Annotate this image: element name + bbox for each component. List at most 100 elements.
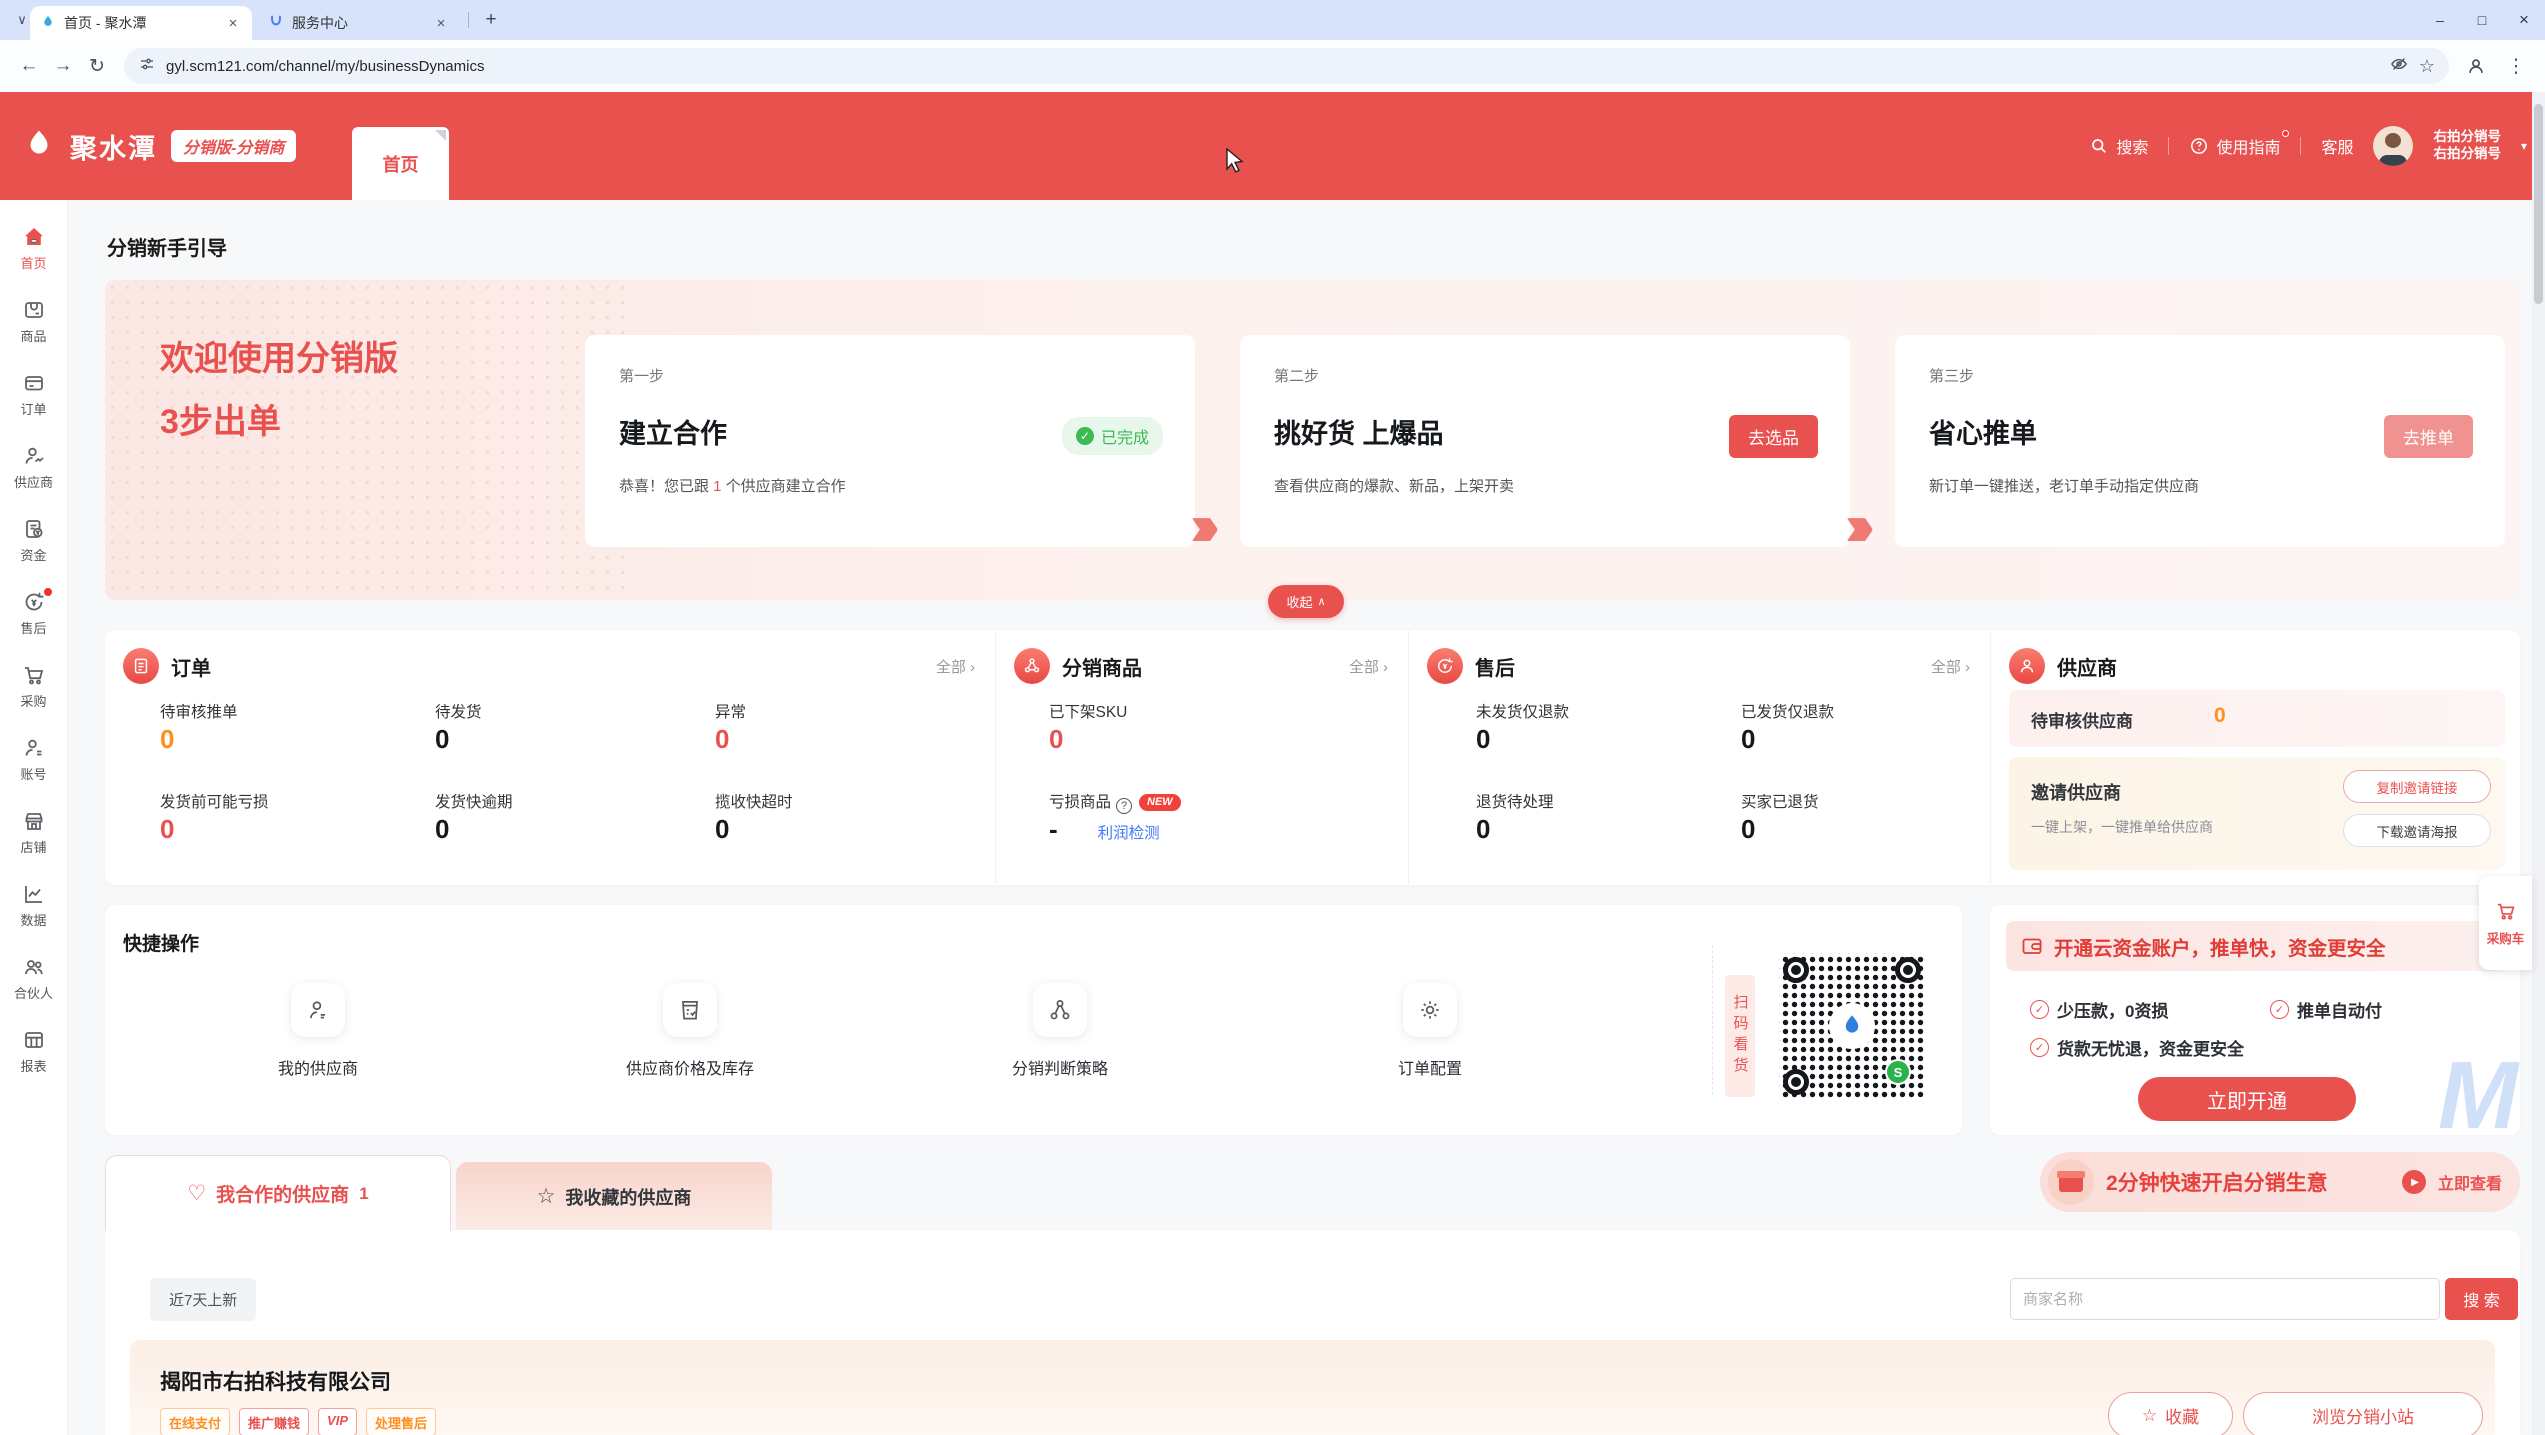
sidebar-item-products[interactable]: 商品 <box>0 285 67 358</box>
step1-desc-pre: 恭喜！您已跟 <box>619 478 713 495</box>
promo-banner[interactable]: 2分钟快速开启分销生意 ▶ 立即查看 <box>2040 1152 2520 1212</box>
stat-label: 发货前可能亏损 <box>160 790 269 812</box>
sidebar-item-label: 供应商 <box>14 472 53 491</box>
window-minimize-button[interactable]: – <box>2419 0 2461 40</box>
purchase-cart-float-button[interactable]: 采购车 <box>2479 876 2532 970</box>
sidebar-item-suppliers[interactable]: 供应商 <box>0 431 67 504</box>
recent-new-filter-chip[interactable]: 近7天上新 <box>150 1278 256 1321</box>
site-settings-tune-icon[interactable] <box>138 55 156 77</box>
merchant-search-button[interactable]: 搜 索 <box>2445 1278 2518 1320</box>
sidebar-item-aftersale[interactable]: 售后 <box>0 577 67 650</box>
app-header: 聚水潭 分销版-分销商 首页 搜索 使用指南 客服 右拍分销号 右拍分销号 ▾ <box>0 92 2545 200</box>
sidebar-item-reports[interactable]: 报表 <box>0 1015 67 1088</box>
merchant-search-input[interactable] <box>2010 1278 2440 1320</box>
stat-value[interactable]: 0 <box>1741 814 1755 845</box>
orders-panel-icon <box>123 648 159 684</box>
browser-menu-icon[interactable]: ⋮ <box>2499 49 2533 83</box>
stat-value[interactable]: 0 <box>1476 814 1490 845</box>
window-maximize-button[interactable]: □ <box>2461 0 2503 40</box>
sidebar-item-shops[interactable]: 店铺 <box>0 796 67 869</box>
pending-supplier-box[interactable]: 待审核供应商 0 <box>2009 690 2505 747</box>
url-bar[interactable]: gyl.scm121.com/channel/my/businessDynami… <box>124 48 2449 84</box>
quick-supplier-price-stock[interactable]: 供应商价格及库存 <box>605 983 775 1079</box>
customer-service-button[interactable]: 客服 <box>2321 134 2353 158</box>
back-button[interactable]: ← <box>12 49 46 83</box>
collapse-banner-button[interactable]: 收起 ∧ <box>1268 585 1344 618</box>
price-stock-icon <box>663 983 717 1037</box>
fund-card-title: 开通云资金账户，推单快，资金更安全 <box>2054 932 2386 961</box>
tab-close-icon[interactable]: × <box>432 15 450 32</box>
browser-tab-active[interactable]: 首页 - 聚水潭 × <box>30 6 252 40</box>
purchase-cart-icon <box>22 663 46 687</box>
stat-value[interactable]: 0 <box>160 724 174 755</box>
tab-close-icon[interactable]: × <box>224 15 242 32</box>
new-tab-button[interactable]: + <box>478 7 504 33</box>
tab-favicon-service-icon <box>268 14 284 33</box>
tab-my-partner-suppliers[interactable]: ♡ 我合作的供应商 1 <box>105 1155 451 1231</box>
sidebar-item-home[interactable]: 首页 <box>0 212 67 285</box>
stat-value[interactable]: 0 <box>435 814 449 845</box>
account-name[interactable]: 右拍分销号 右拍分销号 <box>2433 129 2501 163</box>
profit-check-link[interactable]: 利润检测 <box>1098 825 1160 842</box>
promo-view-now-link[interactable]: 立即查看 <box>2438 1170 2502 1194</box>
tab-favorite-suppliers[interactable]: ☆ 我收藏的供应商 <box>456 1162 772 1231</box>
star-icon: ☆ <box>537 1184 556 1209</box>
url-text[interactable]: gyl.scm121.com/channel/my/businessDynami… <box>166 58 2379 75</box>
pick-goods-button[interactable]: 去选品 <box>1729 415 1818 458</box>
cloud-fund-card: 开通云资金账户，推单快，资金更安全 ✓ 少压款，0资损 ✓ 推单自动付 ✓ 货款… <box>1990 905 2520 1135</box>
products-view-all-link[interactable]: 全部 › <box>1349 656 1388 677</box>
stat-value[interactable]: 0 <box>1049 724 1063 755</box>
usage-guide-button[interactable]: 使用指南 <box>2189 134 2280 158</box>
supplier-row[interactable]: 揭阳市右拍科技有限公司 在线支付 推广赚钱 VIP 处理售后 ☆ 收藏 浏览分销… <box>130 1340 2495 1435</box>
quick-distribution-strategy[interactable]: 分销判断策略 <box>975 983 1145 1079</box>
stat-value[interactable]: 0 <box>715 724 729 755</box>
quick-actions-title: 快捷操作 <box>123 929 199 956</box>
scrollbar[interactable] <box>2532 92 2545 1435</box>
stat-value[interactable]: 0 <box>1741 724 1755 755</box>
sidebar-item-account[interactable]: 账号 <box>0 723 67 796</box>
shop-storefront-icon <box>22 809 46 833</box>
profile-icon[interactable] <box>2459 49 2493 83</box>
nav-tab-home[interactable]: 首页 <box>352 127 449 200</box>
orders-view-all-link[interactable]: 全部 › <box>936 656 975 677</box>
copy-invite-link-button[interactable]: 复制邀请链接 <box>2343 770 2491 803</box>
orders-panel: 订单 全部 › 待审核推单 0 待发货 0 异常 0 发货前可能亏损 0 发货快… <box>105 630 995 885</box>
stat-value[interactable]: 0 <box>160 814 174 845</box>
header-search-button[interactable]: 搜索 <box>2089 134 2148 158</box>
user-avatar[interactable] <box>2373 126 2413 166</box>
sidebar-item-partners[interactable]: 合伙人 <box>0 942 67 1015</box>
scrollbar-thumb[interactable] <box>2534 104 2543 304</box>
help-question-icon[interactable]: ? <box>1116 798 1132 814</box>
sidebar-item-label: 资金 <box>20 545 46 564</box>
angle-right-icon: › <box>1383 659 1388 676</box>
qr-finder-icon <box>1783 957 1809 983</box>
collapse-caret-icon: ∧ <box>1317 595 1325 608</box>
forward-button[interactable]: → <box>46 49 80 83</box>
account-caret-down-icon[interactable]: ▾ <box>2521 139 2527 153</box>
chevrons-decoration-icon: ››› <box>1190 492 1206 559</box>
browser-tab-service[interactable]: 服务中心 × <box>258 6 460 40</box>
sidebar-item-data[interactable]: 数据 <box>0 869 67 942</box>
aftersale-view-all-link[interactable]: 全部 › <box>1931 656 1970 677</box>
visibility-off-icon[interactable] <box>2389 54 2409 78</box>
bookmark-star-icon[interactable]: ☆ <box>2419 56 2435 77</box>
download-poster-button[interactable]: 下载邀请海报 <box>2343 814 2491 847</box>
sidebar-item-orders[interactable]: 订单 <box>0 358 67 431</box>
sidebar-item-funds[interactable]: 资金 <box>0 504 67 577</box>
stat-value[interactable]: 0 <box>435 724 449 755</box>
account-person-icon <box>22 736 46 760</box>
quick-my-suppliers[interactable]: 我的供应商 <box>233 983 403 1079</box>
header-divider <box>2300 137 2301 155</box>
tab-favicon-droplet-icon <box>40 14 56 33</box>
fund-card-header: 开通云资金账户，推单快，资金更安全 <box>2006 921 2504 971</box>
open-fund-account-button[interactable]: 立即开通 <box>2138 1077 2356 1121</box>
quick-order-config[interactable]: 订单配置 <box>1345 983 1515 1079</box>
favorite-supplier-button[interactable]: ☆ 收藏 <box>2108 1392 2233 1435</box>
stat-value[interactable]: 0 <box>1476 724 1490 755</box>
reload-button[interactable]: ↻ <box>80 49 114 83</box>
push-order-button[interactable]: 去推单 <box>2384 415 2473 458</box>
sidebar-item-purchase[interactable]: 采购 <box>0 650 67 723</box>
visit-distribution-site-button[interactable]: 浏览分销小站 <box>2243 1392 2483 1435</box>
window-close-button[interactable]: × <box>2503 0 2545 40</box>
stat-value[interactable]: 0 <box>715 814 729 845</box>
